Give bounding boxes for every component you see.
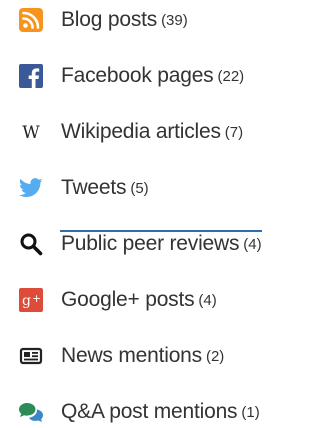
list-item-count: (1) <box>241 403 260 421</box>
list-item-facebook-pages[interactable]: Facebook pages (22) <box>18 61 244 91</box>
chat-bubbles-icon <box>18 399 44 425</box>
list-item-label: Blog posts <box>61 8 158 31</box>
list-item-label: Q&A post mentions <box>61 400 238 423</box>
list-item-count: (5) <box>130 179 149 197</box>
list-item-count: (22) <box>217 67 245 85</box>
list-item-label: Google+ posts <box>61 288 195 311</box>
list-item-blog-posts[interactable]: Blog posts (39) <box>18 5 188 35</box>
list-item-news-mentions[interactable]: News mentions (2) <box>18 341 224 371</box>
list-item-count: (39) <box>161 11 188 29</box>
list-item-label: Wikipedia articles <box>61 120 221 143</box>
rss-icon <box>18 7 44 33</box>
svg-text:g: g <box>22 293 31 309</box>
twitter-icon <box>18 175 44 201</box>
list-item-qa-post-mentions[interactable]: Q&A post mentions (1) <box>18 397 260 427</box>
facebook-icon <box>18 63 44 89</box>
attention-sources-list: Blog posts (39) Facebook pages (22) W Wi… <box>0 0 331 428</box>
svg-text:+: + <box>32 292 41 305</box>
list-item-wikipedia-articles[interactable]: W Wikipedia articles (7) <box>18 117 243 147</box>
wikipedia-icon: W <box>18 119 44 145</box>
list-item-label: News mentions <box>61 344 202 367</box>
newspaper-icon <box>18 343 44 369</box>
list-item-label: Tweets <box>61 176 127 199</box>
list-item-label: Facebook pages <box>61 64 214 87</box>
list-item-tweets[interactable]: Tweets (5) <box>18 173 149 203</box>
list-item-google-plus-posts[interactable]: g + Google+ posts (4) <box>18 285 217 315</box>
google-plus-icon: g + <box>18 287 44 313</box>
search-icon <box>18 231 44 257</box>
list-item-public-peer-reviews[interactable]: Public peer reviews (4) <box>18 229 262 259</box>
list-item-count: (4) <box>243 235 262 253</box>
list-item-count: (7) <box>224 123 244 141</box>
svg-text:W: W <box>22 123 40 142</box>
list-item-count: (4) <box>198 291 217 309</box>
list-item-count: (2) <box>205 347 225 365</box>
list-item-label: Public peer reviews <box>61 232 240 255</box>
